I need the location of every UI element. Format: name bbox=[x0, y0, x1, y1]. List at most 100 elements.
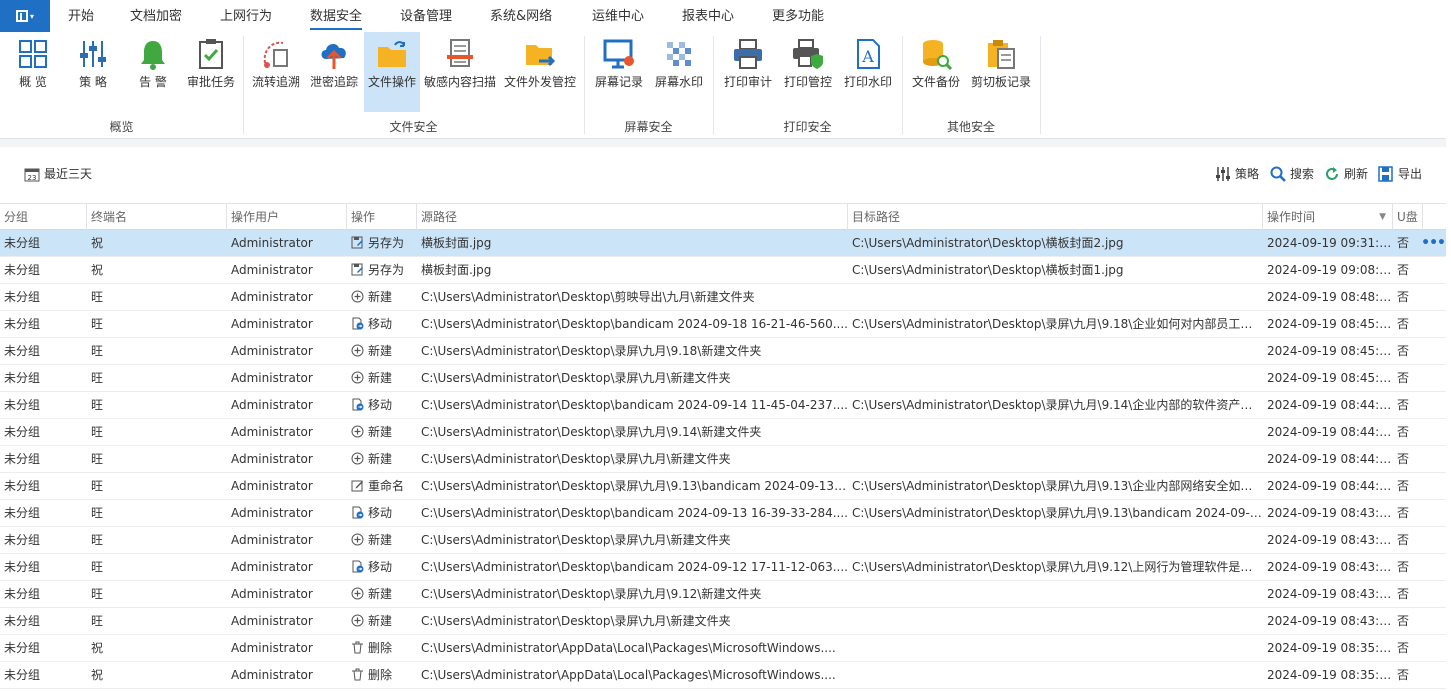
column-header-group[interactable]: 分组 bbox=[0, 204, 87, 230]
table-row[interactable]: 未分组 旺 Administrator 新建 C:\Users\Administrato… bbox=[0, 527, 1451, 554]
move-icon bbox=[351, 506, 368, 520]
cell-time: 2024-09-19 08:35:49 bbox=[1267, 641, 1393, 655]
cell-target-path bbox=[848, 284, 1263, 310]
ribbon-print-watermark-button[interactable]: A 打印水印 bbox=[840, 32, 896, 112]
refresh-icon bbox=[1326, 167, 1338, 180]
column-header-user[interactable]: 操作用户 bbox=[227, 204, 347, 230]
table-row[interactable]: 未分组 旺 Administrator 新建 C:\Users\Administrato… bbox=[0, 284, 1451, 311]
sliders-icon bbox=[1216, 167, 1230, 181]
menu-item-system-network[interactable]: 系统&网络 bbox=[490, 0, 552, 32]
table-row[interactable]: 未分组 祝 Administrator 删除 C:\Users\Administrato… bbox=[0, 635, 1451, 662]
ribbon-screen-watermark-button[interactable]: 屏幕水印 bbox=[651, 32, 707, 112]
cell-terminal: 旺 bbox=[91, 317, 104, 331]
search-button[interactable]: 搜索 bbox=[1270, 164, 1314, 184]
more-options-icon[interactable]: ••• bbox=[1421, 230, 1446, 256]
cell-group: 未分组 bbox=[4, 668, 41, 682]
cell-operation-label: 重命名 bbox=[368, 479, 405, 493]
table-row[interactable]: 未分组 旺 Administrator 新建 C:\Users\Administrato… bbox=[0, 446, 1451, 473]
ribbon-button-label: 流转追溯 bbox=[251, 75, 300, 89]
table-row[interactable]: 未分组 旺 Administrator 新建 C:\Users\Administrato… bbox=[0, 581, 1451, 608]
table-row[interactable]: 未分组 旺 Administrator 重命名 C:\Users\Administrat… bbox=[0, 473, 1451, 500]
cell-operation-label: 新建 bbox=[368, 452, 393, 466]
cell-source-path: C:\Users\Administrator\Desktop\bandicam … bbox=[421, 506, 848, 520]
ribbon-clipboard-record-button[interactable]: 剪切板记录 bbox=[968, 32, 1034, 112]
trace-icon bbox=[263, 41, 288, 68]
strategy-button[interactable]: 策略 bbox=[1215, 164, 1259, 184]
cell-target-path: C:\Users\Administrator\Desktop\录屏\九月\9.1… bbox=[852, 479, 1263, 493]
ribbon-button-label: 告 警 bbox=[139, 75, 167, 89]
menu-item-ops-center[interactable]: 运维中心 bbox=[592, 0, 644, 32]
column-header-terminal[interactable]: 终端名 bbox=[87, 204, 227, 230]
menu-item-start[interactable]: 开始 bbox=[68, 0, 94, 32]
toolbar: 23 最近三天 策略 搜索 刷新 导出 bbox=[0, 147, 1451, 203]
table-row[interactable]: 未分组 旺 Administrator 新建 C:\Users\Administrato… bbox=[0, 419, 1451, 446]
cell-time: 2024-09-19 08:44:29 bbox=[1267, 425, 1393, 439]
column-header-target-path[interactable]: 目标路径 bbox=[848, 204, 1263, 230]
table-row[interactable]: 未分组 旺 Administrator 新建 C:\Users\Administrato… bbox=[0, 608, 1451, 635]
cell-operation: 另存为 bbox=[347, 230, 417, 256]
refresh-button[interactable]: 刷新 bbox=[1324, 164, 1368, 184]
ribbon-file-backup-button[interactable]: 文件备份 bbox=[908, 32, 964, 112]
ribbon-alert-button[interactable]: 告 警 bbox=[128, 32, 178, 112]
delete-icon bbox=[351, 668, 368, 682]
new-icon bbox=[351, 587, 368, 601]
cell-target-path: C:\Users\Administrator\Desktop\横板封面1.jpg bbox=[852, 263, 1124, 277]
menu-item-more[interactable]: 更多功能 bbox=[772, 0, 824, 32]
ribbon-strategy-button[interactable]: 策 略 bbox=[68, 32, 118, 112]
table-row[interactable]: 未分组 旺 Administrator 移动 C:\Users\Administrato… bbox=[0, 554, 1451, 581]
ribbon-trace-button[interactable]: 流转追溯 bbox=[248, 32, 304, 112]
menu-item-doc-encrypt[interactable]: 文档加密 bbox=[130, 0, 182, 32]
ribbon-print-audit-button[interactable]: 打印审计 bbox=[720, 32, 776, 112]
ribbon-button-label: 策 略 bbox=[79, 75, 107, 89]
cell-time: 2024-09-19 08:43:54 bbox=[1267, 533, 1393, 547]
cell-source-path: C:\Users\Administrator\AppData\Local\Pac… bbox=[421, 641, 836, 655]
date-range-label: 最近三天 bbox=[44, 167, 93, 181]
ribbon-button-label: 概 览 bbox=[19, 75, 47, 89]
export-button[interactable]: 导出 bbox=[1378, 164, 1422, 184]
table-row[interactable]: 未分组 旺 Administrator 移动 C:\Users\Administrato… bbox=[0, 392, 1451, 419]
menu-item-data-security[interactable]: 数据安全 bbox=[310, 0, 363, 30]
menu-item-web-behavior[interactable]: 上网行为 bbox=[220, 0, 272, 32]
cell-time: 2024-09-19 08:43:32 bbox=[1267, 587, 1393, 601]
cell-user: Administrator bbox=[231, 641, 313, 655]
group-label-file-security: 文件安全 bbox=[389, 120, 438, 134]
cell-time: 2024-09-19 08:44:19 bbox=[1267, 452, 1393, 466]
column-header-usb[interactable]: U盘 bbox=[1393, 204, 1423, 230]
table-row[interactable]: 未分组 祝 Administrator 另存为 横板封面.jpg C:\Users\Adm… bbox=[0, 257, 1451, 284]
cell-operation-label: 新建 bbox=[368, 587, 393, 601]
cell-source-path: C:\Users\Administrator\Desktop\剪映导出\九月\新… bbox=[421, 290, 755, 304]
cell-group: 未分组 bbox=[4, 614, 41, 628]
cell-target-path: C:\Users\Administrator\Desktop\录屏\九月\9.1… bbox=[852, 317, 1263, 331]
table-row[interactable]: 未分组 旺 Administrator 移动 C:\Users\Administrato… bbox=[0, 311, 1451, 338]
ribbon-sensitive-scan-button[interactable]: 敏感内容扫描 bbox=[422, 32, 498, 112]
column-header-source-path[interactable]: 源路径 bbox=[417, 204, 848, 230]
cell-operation: 新建 bbox=[347, 284, 417, 310]
table-row[interactable]: 未分组 旺 Administrator 新建 C:\Users\Administrato… bbox=[0, 338, 1451, 365]
column-header-time[interactable]: 操作时间 ▼ bbox=[1263, 204, 1393, 230]
cell-target-path: C:\Users\Administrator\Desktop\录屏\九月\9.1… bbox=[852, 560, 1263, 574]
table-row[interactable]: 未分组 旺 Administrator 移动 C:\Users\Administrato… bbox=[0, 500, 1451, 527]
ribbon-overview-button[interactable]: 概 览 bbox=[8, 32, 58, 112]
cell-user: Administrator bbox=[231, 344, 313, 358]
table-row[interactable]: 未分组 祝 Administrator 另存为 横板封面.jpg C:\Users\Adm… bbox=[0, 230, 1451, 257]
table-row[interactable]: 未分组 旺 Administrator 新建 C:\Users\Administrato… bbox=[0, 365, 1451, 392]
cell-terminal: 旺 bbox=[91, 479, 104, 493]
menu-item-report-center[interactable]: 报表中心 bbox=[682, 0, 734, 32]
printer-icon bbox=[734, 39, 762, 69]
table-row[interactable]: 未分组 祝 Administrator 删除 C:\Users\Administrato… bbox=[0, 662, 1451, 689]
cell-source-path: C:\Users\Administrator\Desktop\录屏\九月\新建文… bbox=[421, 614, 731, 628]
ribbon-leak-track-button[interactable]: 泄密追踪 bbox=[306, 32, 362, 112]
ribbon-button-label: 屏幕水印 bbox=[654, 75, 703, 89]
ribbon-file-operation-button[interactable]: 文件操作 bbox=[364, 32, 420, 112]
date-range-button[interactable]: 23 最近三天 bbox=[24, 164, 92, 184]
cell-time: 2024-09-19 08:45:11 bbox=[1267, 344, 1393, 358]
ribbon-approval-button[interactable]: 审批任务 bbox=[184, 32, 238, 112]
menu-item-device-mgmt[interactable]: 设备管理 bbox=[400, 0, 452, 32]
ribbon-screen-record-button[interactable]: 屏幕记录 bbox=[590, 32, 648, 112]
cell-target-path bbox=[848, 608, 1263, 634]
ribbon-print-control-button[interactable]: 打印管控 bbox=[780, 32, 836, 112]
column-header-operation[interactable]: 操作 bbox=[347, 204, 417, 230]
ribbon-file-send-control-button[interactable]: 文件外发管控 bbox=[502, 32, 578, 112]
vertical-scrollbar[interactable] bbox=[1446, 0, 1451, 691]
app-menu-button[interactable]: ▾ bbox=[0, 0, 50, 32]
